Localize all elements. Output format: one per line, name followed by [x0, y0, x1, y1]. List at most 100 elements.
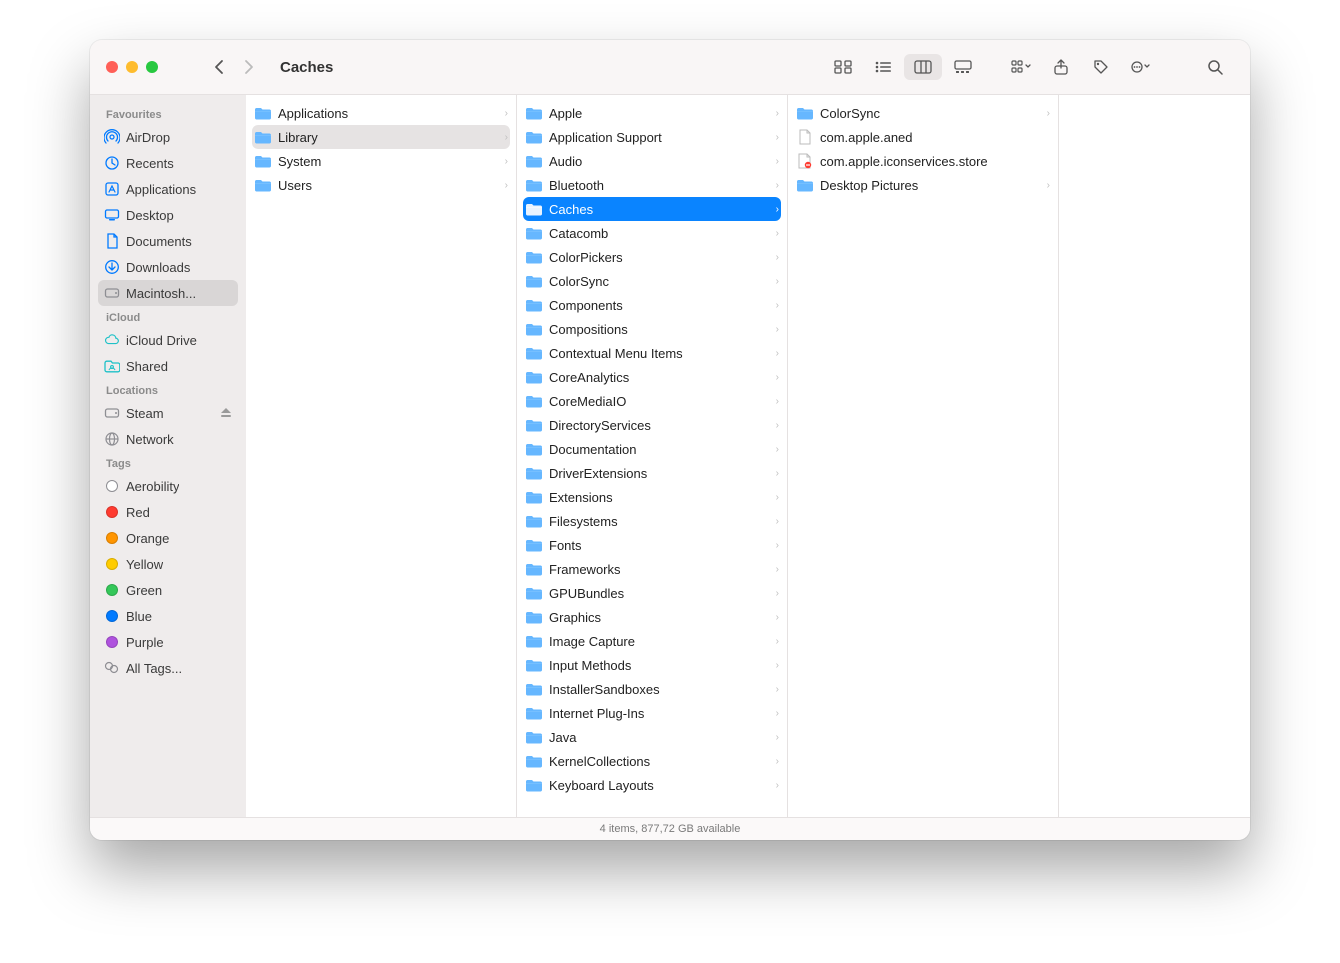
- file-row[interactable]: DriverExtensions›: [517, 461, 787, 485]
- file-row[interactable]: CoreAnalytics›: [517, 365, 787, 389]
- folder-icon: [525, 632, 543, 650]
- sidebar-item-icloud-drive[interactable]: iCloud Drive: [98, 327, 238, 353]
- file-row[interactable]: Java›: [517, 725, 787, 749]
- file-name: GPUBundles: [549, 586, 763, 601]
- file-name: Filesystems: [549, 514, 763, 529]
- file-row[interactable]: Input Methods›: [517, 653, 787, 677]
- sidebar-item-yellow[interactable]: Yellow: [98, 551, 238, 577]
- file-row[interactable]: Graphics›: [517, 605, 787, 629]
- tag-icon: [104, 582, 120, 598]
- sidebar-item-airdrop[interactable]: AirDrop: [98, 124, 238, 150]
- file-row[interactable]: ColorSync›: [517, 269, 787, 293]
- file-row[interactable]: Keyboard Layouts›: [517, 773, 787, 797]
- file-row[interactable]: Extensions›: [517, 485, 787, 509]
- file-row[interactable]: Frameworks›: [517, 557, 787, 581]
- close-button[interactable]: [106, 61, 118, 73]
- file-row[interactable]: Users›: [246, 173, 516, 197]
- sidebar-item-recents[interactable]: Recents: [98, 150, 238, 176]
- file-row[interactable]: Audio›: [517, 149, 787, 173]
- sidebar-item-all-tags-[interactable]: All Tags...: [98, 655, 238, 681]
- tag-icon: [104, 608, 120, 624]
- sidebar-item-shared[interactable]: Shared: [98, 353, 238, 379]
- sidebar-item-label: Downloads: [126, 260, 190, 275]
- file-name: Bluetooth: [549, 178, 763, 193]
- back-button[interactable]: [206, 53, 234, 81]
- folder-icon: [525, 440, 543, 458]
- file-row[interactable]: Apple›: [517, 101, 787, 125]
- sidebar-item-label: Purple: [126, 635, 164, 650]
- file-icon: [796, 128, 814, 146]
- file-row[interactable]: Caches›: [523, 197, 781, 221]
- forward-button[interactable]: [234, 53, 262, 81]
- sidebar-item-steam[interactable]: Steam: [98, 400, 238, 426]
- file-row[interactable]: GPUBundles›: [517, 581, 787, 605]
- sidebar-item-macintosh-[interactable]: Macintosh...: [98, 280, 238, 306]
- file-row[interactable]: KernelCollections›: [517, 749, 787, 773]
- folder-icon: [525, 488, 543, 506]
- list-view-button[interactable]: [864, 54, 902, 80]
- group-by-button[interactable]: [1002, 54, 1040, 80]
- file-row[interactable]: ColorPickers›: [517, 245, 787, 269]
- file-row[interactable]: Filesystems›: [517, 509, 787, 533]
- search-button[interactable]: [1196, 54, 1234, 80]
- file-name: Keyboard Layouts: [549, 778, 763, 793]
- sidebar-item-orange[interactable]: Orange: [98, 525, 238, 551]
- tags-button[interactable]: [1082, 54, 1120, 80]
- folder-icon: [796, 176, 814, 194]
- file-row[interactable]: Image Capture›: [517, 629, 787, 653]
- sidebar-item-documents[interactable]: Documents: [98, 228, 238, 254]
- file-row[interactable]: Application Support›: [517, 125, 787, 149]
- file-row[interactable]: Components›: [517, 293, 787, 317]
- eject-icon[interactable]: [220, 407, 232, 419]
- file-row[interactable]: InstallerSandboxes›: [517, 677, 787, 701]
- file-name: Contextual Menu Items: [549, 346, 763, 361]
- file-row[interactable]: ColorSync›: [788, 101, 1058, 125]
- sidebar-item-downloads[interactable]: Downloads: [98, 254, 238, 280]
- file-row[interactable]: Catacomb›: [517, 221, 787, 245]
- sidebar-item-applications[interactable]: Applications: [98, 176, 238, 202]
- file-row[interactable]: Internet Plug-Ins›: [517, 701, 787, 725]
- file-row[interactable]: com.apple.iconservices.store: [788, 149, 1058, 173]
- sidebar-item-aerobility[interactable]: Aerobility: [98, 473, 238, 499]
- file-name: Internet Plug-Ins: [549, 706, 763, 721]
- chevron-right-icon: ›: [769, 420, 779, 431]
- chevron-right-icon: ›: [498, 108, 508, 119]
- action-button[interactable]: [1122, 54, 1160, 80]
- file-row[interactable]: Applications›: [246, 101, 516, 125]
- chevron-right-icon: ›: [769, 108, 779, 119]
- sidebar-item-green[interactable]: Green: [98, 577, 238, 603]
- folder-icon: [254, 104, 272, 122]
- file-row[interactable]: Desktop Pictures›: [788, 173, 1058, 197]
- file-row[interactable]: System›: [246, 149, 516, 173]
- file-row[interactable]: Fonts ›: [517, 533, 787, 557]
- icon-view-button[interactable]: [824, 54, 862, 80]
- file-name: DriverExtensions: [549, 466, 763, 481]
- file-name: Fonts: [549, 538, 763, 553]
- sidebar-item-desktop[interactable]: Desktop: [98, 202, 238, 228]
- sidebar-item-purple[interactable]: Purple: [98, 629, 238, 655]
- file-name: Frameworks: [549, 562, 763, 577]
- sidebar-item-label: Steam: [126, 406, 164, 421]
- file-row[interactable]: DirectoryServices›: [517, 413, 787, 437]
- alltags-icon: [104, 660, 120, 676]
- maximize-button[interactable]: [146, 61, 158, 73]
- sidebar-item-blue[interactable]: Blue: [98, 603, 238, 629]
- sidebar-item-label: Desktop: [126, 208, 174, 223]
- file-row[interactable]: CoreMediaIO›: [517, 389, 787, 413]
- file-row[interactable]: Library›: [252, 125, 510, 149]
- share-button[interactable]: [1042, 54, 1080, 80]
- column-empty: [1059, 95, 1250, 817]
- file-row[interactable]: Compositions›: [517, 317, 787, 341]
- folder-icon: [525, 128, 543, 146]
- file-row[interactable]: Bluetooth›: [517, 173, 787, 197]
- chevron-right-icon: ›: [769, 540, 779, 551]
- file-row[interactable]: Documentation›: [517, 437, 787, 461]
- sidebar-item-red[interactable]: Red: [98, 499, 238, 525]
- minimize-button[interactable]: [126, 61, 138, 73]
- column-view-button[interactable]: [904, 54, 942, 80]
- file-row[interactable]: com.apple.aned: [788, 125, 1058, 149]
- gallery-view-button[interactable]: [944, 54, 982, 80]
- file-row[interactable]: Contextual Menu Items›: [517, 341, 787, 365]
- sidebar-item-network[interactable]: Network: [98, 426, 238, 452]
- file-name: System: [278, 154, 492, 169]
